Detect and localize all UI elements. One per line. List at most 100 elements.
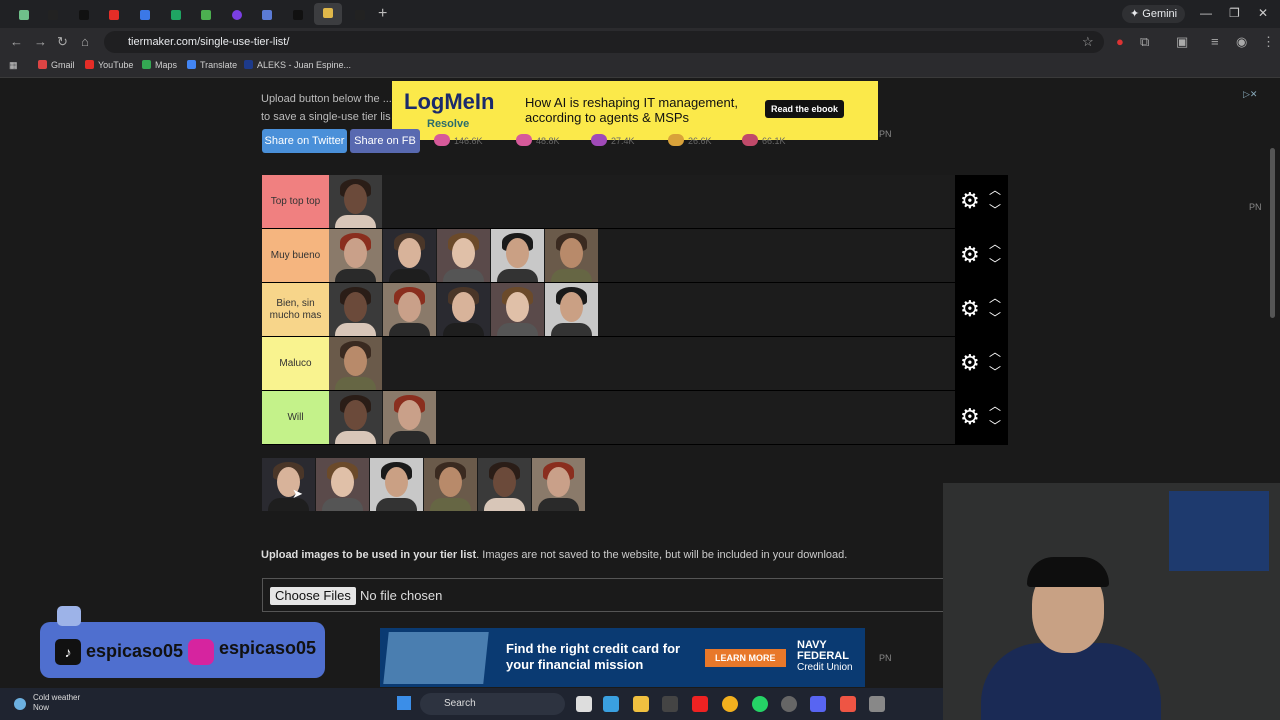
- ad-cta-button[interactable]: Read the ebook: [765, 100, 845, 118]
- reload-button[interactable]: ↻: [57, 34, 68, 50]
- tier-item-photo[interactable]: [383, 391, 436, 444]
- chevron-up-icon[interactable]: ︿: [989, 397, 1001, 414]
- tiktok-app-icon[interactable]: [692, 696, 708, 712]
- tier-item-photo[interactable]: [370, 458, 423, 511]
- media-icon[interactable]: ≡: [1211, 34, 1219, 49]
- extension-icon[interactable]: ●: [1116, 34, 1124, 49]
- menu-icon[interactable]: ⋮: [1262, 34, 1275, 50]
- tier-items[interactable]: [329, 391, 437, 444]
- gear-icon[interactable]: ⚙: [960, 297, 980, 321]
- settings-icon[interactable]: [869, 696, 885, 712]
- bookmark-youtube[interactable]: YouTube: [85, 60, 133, 70]
- profile-avatar[interactable]: ◉: [1236, 34, 1247, 50]
- tab-tiktok[interactable]: [74, 5, 92, 23]
- back-button[interactable]: ←: [10, 34, 23, 49]
- tier-label[interactable]: Maluco: [262, 337, 329, 390]
- address-bar[interactable]: tiermaker.com/single-use-tier-list/: [104, 31, 1104, 53]
- tab-sheets[interactable]: [166, 5, 184, 23]
- tier-item-photo[interactable]: [424, 458, 477, 511]
- reaction-1[interactable]: 146.6K: [434, 134, 483, 146]
- tier-item-photo[interactable]: [532, 458, 585, 511]
- tier-item-photo[interactable]: [491, 283, 544, 336]
- bookmark-translate[interactable]: Translate: [187, 60, 237, 70]
- tier-item-photo[interactable]: [478, 458, 531, 511]
- bookmark-maps[interactable]: Maps: [142, 60, 177, 70]
- tab-tiktok-2[interactable]: [288, 5, 306, 23]
- tab-dark-2[interactable]: [350, 5, 368, 23]
- tier-items[interactable]: [329, 175, 383, 228]
- home-button[interactable]: ⌂: [81, 34, 89, 49]
- tier-item-photo[interactable]: [316, 458, 369, 511]
- tier-label[interactable]: Muy bueno: [262, 229, 329, 282]
- tier-item-photo[interactable]: [491, 229, 544, 282]
- file-explorer-icon[interactable]: [633, 696, 649, 712]
- tier-item-photo[interactable]: [437, 283, 490, 336]
- tier-item-photo[interactable]: [329, 175, 382, 228]
- tier-label[interactable]: Bien, sin mucho mas: [262, 283, 329, 336]
- chevron-down-icon[interactable]: ﹀: [989, 255, 1001, 272]
- reaction-5[interactable]: 66.1K: [742, 134, 786, 146]
- file-upload-field[interactable]: Choose Files No file chosen: [262, 578, 944, 612]
- chrome-icon[interactable]: [722, 696, 738, 712]
- tier-item-photo[interactable]: [329, 229, 382, 282]
- bookmark-aleks[interactable]: ALEKS - Juan Espine...: [244, 60, 351, 70]
- learn-more-button[interactable]: LEARN MORE: [705, 649, 786, 667]
- tab-aleks[interactable]: [257, 5, 275, 23]
- adchoices-icon[interactable]: ▷✕: [1243, 89, 1257, 100]
- sidepanel-icon[interactable]: ▣: [1176, 34, 1188, 50]
- share-twitter-button[interactable]: Share on Twitter: [262, 129, 347, 153]
- weather-widget[interactable]: Cold weather Now: [33, 693, 80, 713]
- chevron-down-icon[interactable]: ﹀: [989, 309, 1001, 326]
- tier-label[interactable]: Top top top: [262, 175, 329, 228]
- chevron-up-icon[interactable]: ︿: [989, 289, 1001, 306]
- taskbar-search[interactable]: Search: [420, 693, 565, 715]
- tier-items[interactable]: [329, 229, 599, 282]
- taskview-icon[interactable]: [576, 696, 592, 712]
- extensions-puzzle-icon[interactable]: ⧉: [1140, 34, 1149, 50]
- tier-item-photo[interactable]: [329, 283, 382, 336]
- app-icon[interactable]: [781, 696, 797, 712]
- gear-icon[interactable]: ⚙: [960, 351, 980, 375]
- tier-label[interactable]: Will: [262, 391, 329, 444]
- gemini-button[interactable]: ✦ Gemini: [1122, 5, 1186, 23]
- chevron-down-icon[interactable]: ﹀: [989, 417, 1001, 434]
- new-tab-button[interactable]: +: [378, 5, 387, 23]
- choose-files-button[interactable]: Choose Files: [270, 587, 356, 605]
- tab-docs[interactable]: [135, 5, 153, 23]
- bookmark-star-icon[interactable]: ☆: [1082, 34, 1094, 50]
- tier-item-photo[interactable]: [383, 283, 436, 336]
- chevron-up-icon[interactable]: ︿: [989, 235, 1001, 252]
- whatsapp-icon[interactable]: [752, 696, 768, 712]
- discord-icon[interactable]: [810, 696, 826, 712]
- store-icon[interactable]: [662, 696, 678, 712]
- tab-chatgpt[interactable]: [14, 5, 32, 23]
- tier-item-photo[interactable]: [383, 229, 436, 282]
- tab-tiermaker[interactable]: [314, 3, 342, 25]
- app-icon[interactable]: [840, 696, 856, 712]
- minimize-button[interactable]: —: [1200, 6, 1212, 20]
- tier-items[interactable]: [329, 283, 599, 336]
- scrollbar-thumb[interactable]: [1270, 148, 1275, 318]
- forward-button[interactable]: →: [34, 34, 47, 49]
- close-window-button[interactable]: ✕: [1258, 6, 1268, 20]
- tier-item-photo[interactable]: [262, 458, 315, 511]
- tier-item-photo[interactable]: [545, 229, 598, 282]
- tab-dark[interactable]: [43, 5, 61, 23]
- reaction-3[interactable]: 27.4K: [591, 134, 635, 146]
- chevron-down-icon[interactable]: ﹀: [989, 363, 1001, 380]
- ad-banner-bottom[interactable]: Find the right credit card for your fina…: [380, 628, 865, 687]
- chevron-down-icon[interactable]: ﹀: [989, 201, 1001, 218]
- ad-banner-top[interactable]: LogMeIn Resolve How AI is reshaping IT m…: [392, 81, 878, 140]
- bookmark-gmail[interactable]: Gmail: [38, 60, 75, 70]
- apps-grid-icon[interactable]: ▦: [9, 60, 18, 71]
- tier-item-photo[interactable]: [329, 337, 382, 390]
- share-fb-button[interactable]: Share on FB: [350, 129, 420, 153]
- tier-item-photo[interactable]: [329, 391, 382, 444]
- chevron-up-icon[interactable]: ︿: [989, 343, 1001, 360]
- tier-item-photo[interactable]: [545, 283, 598, 336]
- gear-icon[interactable]: ⚙: [960, 189, 980, 213]
- gear-icon[interactable]: ⚙: [960, 405, 980, 429]
- maximize-button[interactable]: ❐: [1229, 6, 1240, 20]
- tab-edu[interactable]: [196, 5, 214, 23]
- tab-youtube[interactable]: [104, 5, 122, 23]
